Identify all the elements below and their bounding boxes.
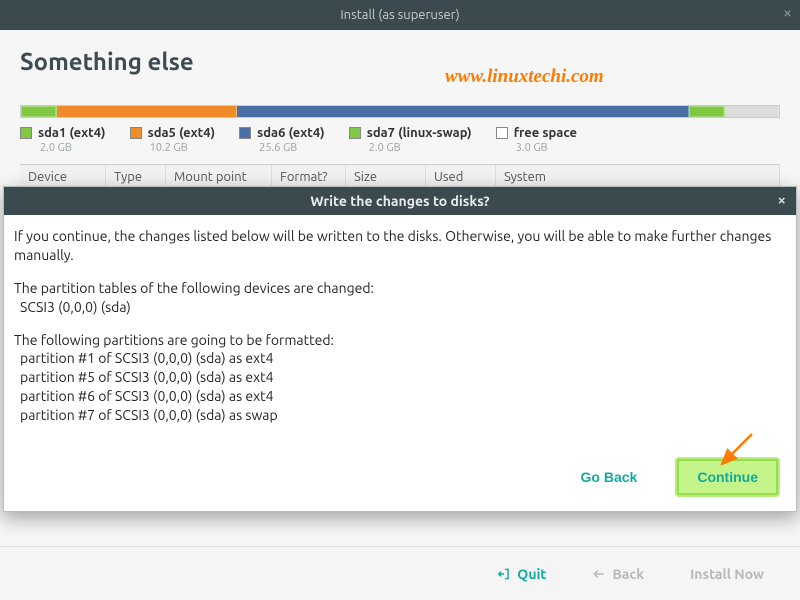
- seg-sda7[interactable]: [689, 106, 725, 117]
- legend-size: 25.6 GB: [259, 142, 325, 154]
- swatch-icon: [349, 127, 361, 139]
- dialog-title-text: Write the changes to disks?: [310, 193, 489, 209]
- dialog-format-item: partition #7 of SCSI3 (0,0,0) (sda) as s…: [14, 406, 786, 425]
- dialog-body: If you continue, the changes listed belo…: [4, 215, 796, 453]
- dialog-format-item: partition #1 of SCSI3 (0,0,0) (sda) as e…: [14, 349, 786, 368]
- seg-free[interactable]: [725, 106, 779, 117]
- legend-label: sda6 (ext4): [257, 126, 325, 140]
- partition-legend: sda1 (ext4) 2.0 GB sda5 (ext4) 10.2 GB s…: [20, 126, 780, 154]
- back-label: Back: [612, 566, 644, 582]
- go-back-button[interactable]: Go Back: [569, 459, 650, 495]
- main-content: Something else sda1 (ext4) 2.0 GB sda5 (…: [0, 30, 800, 190]
- dialog-actions: Go Back Continue: [4, 453, 796, 511]
- swatch-icon: [130, 127, 142, 139]
- legend-size: 3.0 GB: [516, 142, 577, 154]
- dialog-titlebar: Write the changes to disks? ×: [4, 187, 796, 215]
- disk-usage-bar: [20, 105, 780, 118]
- dialog-changed-item: SCSI3 (0,0,0) (sda): [14, 298, 786, 317]
- continue-button[interactable]: Continue: [677, 459, 778, 495]
- seg-sda6[interactable]: [237, 106, 689, 117]
- watermark: www.linuxtechi.com: [445, 66, 604, 88]
- legend-label: sda5 (ext4): [148, 126, 216, 140]
- page-title: Something else: [20, 48, 780, 75]
- legend-item: sda5 (ext4) 10.2 GB: [130, 126, 216, 154]
- dialog-changed-block: The partition tables of the following de…: [14, 279, 786, 317]
- dialog-format-item: partition #6 of SCSI3 (0,0,0) (sda) as e…: [14, 387, 786, 406]
- titlebar: Install (as superuser) ×: [0, 0, 800, 30]
- close-icon[interactable]: ×: [783, 4, 792, 22]
- confirm-dialog: Write the changes to disks? × If you con…: [3, 186, 797, 512]
- dialog-format-heading: The following partitions are going to be…: [14, 331, 786, 350]
- legend-item: sda6 (ext4) 25.6 GB: [239, 126, 325, 154]
- seg-sda1[interactable]: [21, 106, 57, 117]
- close-icon[interactable]: ×: [778, 191, 786, 208]
- quit-label: Quit: [517, 566, 546, 582]
- dialog-format-item: partition #5 of SCSI3 (0,0,0) (sda) as e…: [14, 368, 786, 387]
- legend-item: free space 3.0 GB: [496, 126, 577, 154]
- swatch-icon: [239, 127, 251, 139]
- legend-item: sda7 (linux-swap) 2.0 GB: [349, 126, 472, 154]
- legend-label: sda7 (linux-swap): [367, 126, 472, 140]
- swatch-icon: [20, 127, 32, 139]
- legend-item: sda1 (ext4) 2.0 GB: [20, 126, 106, 154]
- legend-label: free space: [514, 126, 577, 140]
- dialog-format-block: The following partitions are going to be…: [14, 331, 786, 425]
- footer: Quit Back Install Now: [0, 546, 800, 600]
- legend-size: 2.0 GB: [40, 142, 106, 154]
- seg-sda5[interactable]: [57, 106, 237, 117]
- arrow-left-icon: [592, 567, 606, 581]
- back-button: Back: [592, 566, 644, 582]
- window-title: Install (as superuser): [340, 8, 459, 22]
- dialog-intro: If you continue, the changes listed belo…: [14, 227, 786, 265]
- legend-size: 2.0 GB: [369, 142, 472, 154]
- quit-button[interactable]: Quit: [497, 566, 546, 582]
- dialog-changed-heading: The partition tables of the following de…: [14, 279, 786, 298]
- legend-label: sda1 (ext4): [38, 126, 106, 140]
- install-label: Install Now: [690, 566, 764, 582]
- install-now-button: Install Now: [690, 566, 764, 582]
- swatch-icon: [496, 127, 508, 139]
- legend-size: 10.2 GB: [150, 142, 216, 154]
- exit-icon: [497, 567, 511, 581]
